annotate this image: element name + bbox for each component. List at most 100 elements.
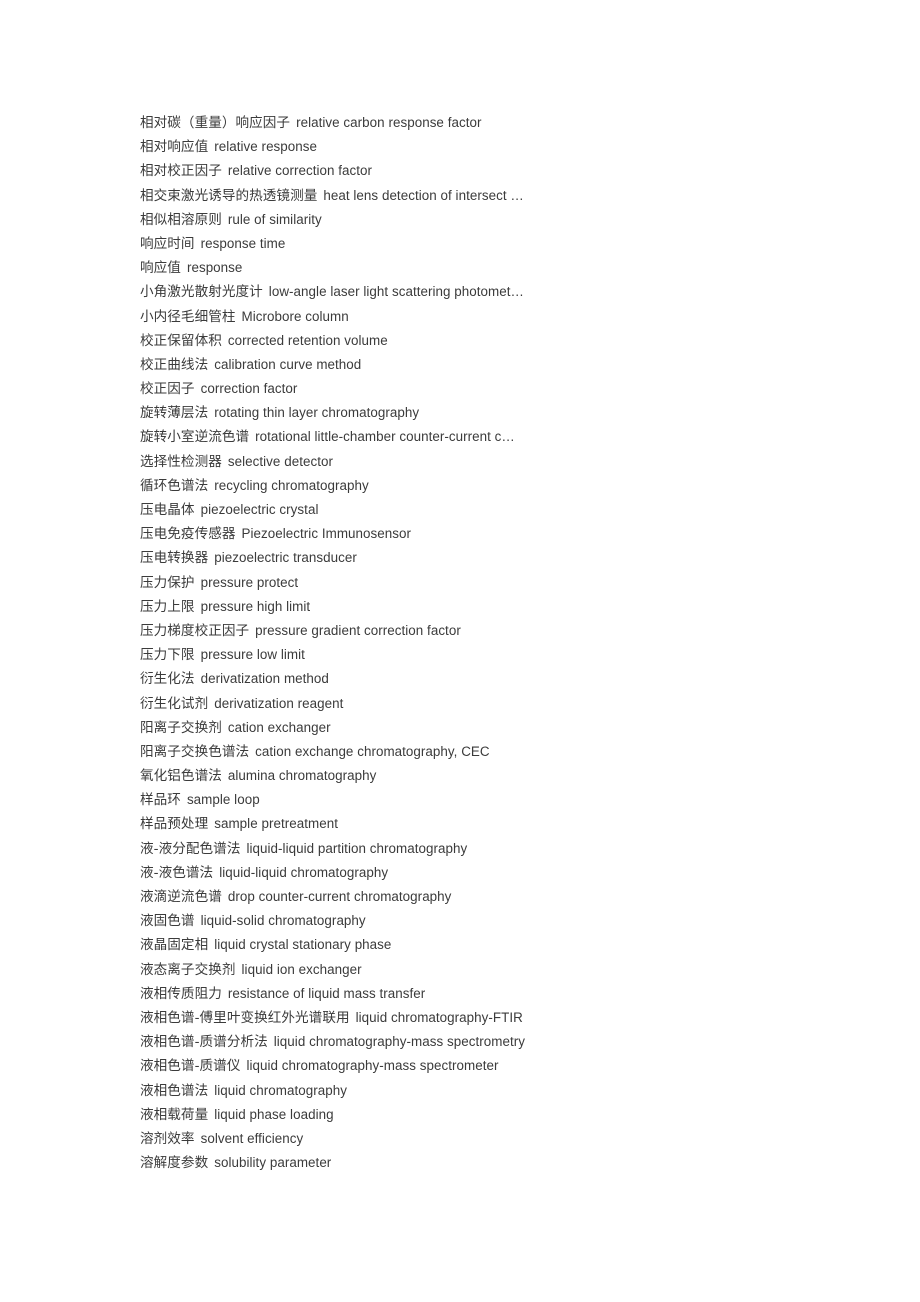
glossary-term-chinese: 液滴逆流色谱	[140, 889, 222, 905]
glossary-entry: 液晶固定相 liquid crystal stationary phase	[140, 933, 880, 957]
glossary-term-chinese: 相对碳（重量）响应因子	[140, 115, 291, 131]
glossary-term-chinese: 选择性检测器	[140, 453, 222, 470]
glossary-term-english: sample loop	[186, 792, 260, 808]
glossary-term-english: heat lens detection of intersect …	[323, 187, 524, 203]
glossary-entry: 样品环 sample loop	[140, 788, 880, 812]
glossary-term-english: rule of similarity	[227, 211, 322, 227]
glossary-term-chinese: 液晶固定相	[140, 937, 209, 954]
glossary-entry: 小内径毛细管柱 Microbore column	[140, 305, 880, 329]
glossary-entry: 压力梯度校正因子 pressure gradient correction fac…	[140, 619, 880, 643]
glossary-term-chinese: 液相载荷量	[140, 1106, 209, 1123]
glossary-term-chinese: 小角激光散射光度计	[140, 284, 263, 301]
glossary-term-english: solubility parameter	[214, 1155, 332, 1171]
glossary-term-english: relative carbon response factor	[296, 115, 482, 130]
glossary-entry: 小角激光散射光度计 low-angle laser light scatterin…	[140, 280, 880, 304]
glossary-term-english: recycling chromatography	[214, 477, 369, 493]
glossary-entry: 液固色谱 liquid-solid chromatography	[140, 909, 880, 933]
glossary-entry: 相似相溶原则 rule of similarity	[140, 208, 880, 232]
glossary-term-chinese: 校正曲线法	[140, 356, 209, 373]
glossary-entry: 循环色谱法 recycling chromatography	[140, 474, 880, 498]
glossary-entry: 压力上限 pressure high limit	[140, 595, 880, 619]
glossary-term-english: liquid-liquid partition chromatography	[246, 840, 468, 856]
glossary-term-chinese: 衍生化试剂	[140, 695, 209, 712]
glossary-entry: 衍生化试剂 derivatization reagent	[140, 692, 880, 716]
glossary-term-english: relative response	[214, 139, 318, 155]
glossary-entry: 衍生化法 derivatization method	[140, 667, 880, 691]
glossary-term-english: liquid-liquid chromatography	[219, 864, 389, 880]
glossary-term-english: low-angle laser light scattering photome…	[268, 284, 524, 300]
glossary-term-chinese: 相对校正因子	[140, 163, 222, 180]
glossary-entry: 校正曲线法 calibration curve method	[140, 353, 880, 377]
glossary-entry: 样品预处理 sample pretreatment	[140, 812, 880, 836]
glossary-term-english: rotational little-chamber counter-curren…	[255, 429, 515, 445]
glossary-entry: 液-液分配色谱法 liquid-liquid partition chromato…	[140, 837, 880, 861]
glossary-term-english: liquid chromatography	[214, 1082, 348, 1098]
glossary-term-chinese: 液相色谱法	[140, 1082, 209, 1099]
glossary-term-english: pressure low limit	[200, 647, 305, 663]
glossary-term-chinese: 液固色谱	[140, 913, 195, 930]
glossary-term-english: liquid crystal stationary phase	[214, 937, 392, 953]
glossary-term-chinese: 小内径毛细管柱	[140, 308, 236, 325]
glossary-entry: 压电晶体 piezoelectric crystal	[140, 498, 880, 522]
glossary-entry: 液态离子交换剂 liquid ion exchanger	[140, 958, 880, 982]
glossary-term-english: liquid phase loading	[214, 1106, 334, 1122]
glossary-entry: 液相色谱-质谱仪 liquid chromatography-mass spect…	[140, 1054, 880, 1078]
glossary-entry: 选择性检测器 selective detector	[140, 450, 880, 474]
glossary-term-chinese: 液相色谱-质谱仪	[140, 1058, 241, 1075]
glossary-term-chinese: 液-液色谱法	[140, 864, 214, 881]
glossary-term-chinese: 溶解度参数	[140, 1155, 209, 1172]
glossary-term-english: response time	[200, 235, 286, 251]
glossary-term-chinese: 样品预处理	[140, 816, 209, 833]
glossary-term-english: cation exchanger	[227, 719, 331, 735]
glossary-entry: 压力保护 pressure protect	[140, 571, 880, 595]
glossary-entry: 液相色谱-傅里叶变换红外光谱联用 liquid chromatography-FT…	[140, 1006, 880, 1030]
glossary-term-english: piezoelectric crystal	[200, 502, 319, 517]
glossary-term-english: rotating thin layer chromatography	[214, 405, 420, 421]
glossary-term-english: Piezoelectric Immunosensor	[241, 526, 412, 542]
glossary-entry: 液相色谱法 liquid chromatography	[140, 1079, 880, 1103]
glossary-term-chinese: 压力下限	[140, 647, 195, 664]
glossary-term-english: liquid chromatography-FTIR	[355, 1009, 523, 1025]
glossary-entry: 响应值 response	[140, 256, 880, 280]
glossary-entry: 相交束激光诱导的热透镜测量 heat lens detection of inte…	[140, 184, 880, 208]
glossary-term-chinese: 氧化铝色谱法	[140, 768, 222, 785]
glossary-term-english: corrected retention volume	[227, 332, 388, 348]
glossary-entry: 旋转小室逆流色谱 rotational little-chamber counte…	[140, 425, 880, 449]
glossary-term-chinese: 阳离子交换色谱法	[140, 743, 250, 760]
glossary-term-english: calibration curve method	[214, 356, 362, 372]
glossary-entry: 液相载荷量 liquid phase loading	[140, 1103, 880, 1127]
glossary-term-english: drop counter-current chromatography	[227, 889, 452, 904]
glossary-entry: 阳离子交换色谱法 cation exchange chromatography, …	[140, 740, 880, 764]
glossary-term-english: response	[186, 260, 243, 276]
glossary-entry: 压电转换器 piezoelectric transducer	[140, 546, 880, 570]
glossary-entry: 旋转薄层法 rotating thin layer chromatography	[140, 401, 880, 425]
glossary-term-english: liquid chromatography-mass spectrometry	[273, 1034, 526, 1050]
glossary-term-english: sample pretreatment	[214, 816, 338, 832]
document-page: 相对碳（重量）响应因子 relative carbon response fact…	[0, 0, 920, 1302]
glossary-term-chinese: 压电免疫传感器	[140, 526, 236, 543]
glossary-term-chinese: 相交束激光诱导的热透镜测量	[140, 187, 318, 204]
glossary-term-chinese: 液相色谱-质谱分析法	[140, 1034, 268, 1051]
glossary-term-english: selective detector	[227, 453, 333, 469]
glossary-term-chinese: 相对响应值	[140, 139, 209, 156]
glossary-term-chinese: 循环色谱法	[140, 477, 209, 494]
glossary-term-chinese: 液相传质阻力	[140, 985, 222, 1002]
glossary-term-chinese: 阳离子交换剂	[140, 719, 222, 736]
glossary-entry: 液相色谱-质谱分析法 liquid chromatography-mass spe…	[140, 1030, 880, 1054]
glossary-term-chinese: 压力保护	[140, 574, 195, 591]
glossary-term-english: correction factor	[200, 381, 298, 397]
glossary-term-english: Microbore column	[241, 308, 349, 324]
glossary-term-chinese: 压电晶体	[140, 502, 195, 518]
glossary-entry: 响应时间 response time	[140, 232, 880, 256]
glossary-term-chinese: 溶剂效率	[140, 1130, 195, 1147]
glossary-entry: 氧化铝色谱法 alumina chromatography	[140, 764, 880, 788]
glossary-entry: 压电免疫传感器 Piezoelectric Immunosensor	[140, 522, 880, 546]
glossary-term-english: liquid-solid chromatography	[200, 913, 366, 929]
glossary-term-chinese: 压力梯度校正因子	[140, 622, 250, 639]
glossary-term-english: liquid ion exchanger	[241, 961, 362, 977]
glossary-term-english: derivatization method	[200, 671, 329, 687]
glossary-term-english: pressure gradient correction factor	[255, 622, 461, 638]
glossary-entry: 校正保留体积 corrected retention volume	[140, 329, 880, 353]
glossary-entry: 液滴逆流色谱 drop counter-current chromatograph…	[140, 885, 880, 909]
glossary-term-chinese: 液相色谱-傅里叶变换红外光谱联用	[140, 1009, 350, 1026]
